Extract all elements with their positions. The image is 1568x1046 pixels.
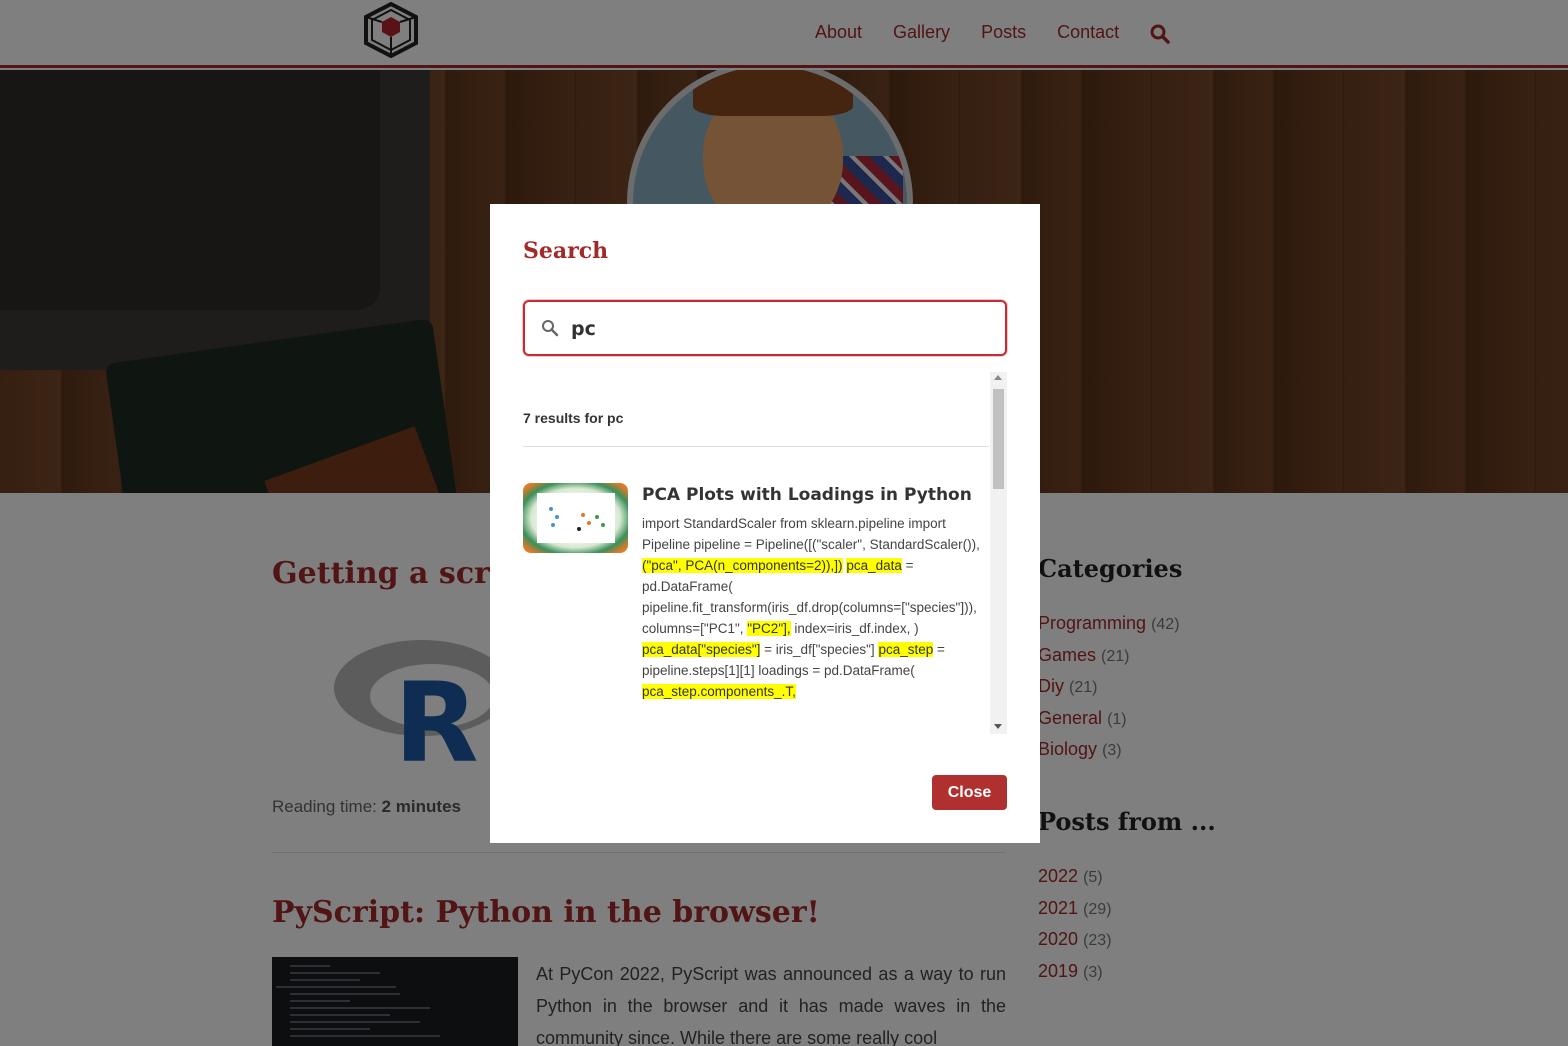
- search-modal: Search 7 results for pc: [490, 204, 1040, 843]
- search-input[interactable]: [571, 314, 991, 344]
- highlighted-match: pca_data: [846, 558, 902, 573]
- search-results-panel[interactable]: 7 results for pc PCA Plots with Loadings…: [523, 372, 1007, 734]
- scroll-thumb[interactable]: [993, 389, 1004, 489]
- results-count: 7 results for pc: [523, 410, 624, 426]
- result-excerpt: import StandardScaler from sklearn.pipel…: [642, 513, 992, 702]
- excerpt-text: import StandardScaler from sklearn.pipel…: [642, 516, 980, 552]
- highlighted-match: ("pca", PCA(n_components=2)),]): [642, 558, 843, 573]
- excerpt-text: = iris_df["species"]: [760, 642, 879, 657]
- thumbnail-plot: [537, 493, 615, 543]
- result-title[interactable]: PCA Plots with Loadings in Python: [642, 485, 972, 505]
- results-scrollbar[interactable]: [990, 372, 1007, 734]
- result-thumbnail[interactable]: [523, 483, 628, 553]
- scroll-down-arrow-icon[interactable]: [994, 724, 1002, 729]
- scroll-up-arrow-icon[interactable]: [994, 375, 1002, 380]
- excerpt-text: index=iris_df.index, ): [790, 621, 919, 636]
- modal-title: Search: [523, 238, 609, 264]
- search-icon: [542, 320, 559, 337]
- highlighted-match: pca_data["species"]: [642, 642, 761, 657]
- search-box[interactable]: [523, 300, 1007, 356]
- close-button[interactable]: Close: [932, 775, 1007, 810]
- results-divider: [523, 446, 989, 447]
- highlighted-match: pca_step.components_.T,: [642, 684, 796, 699]
- highlighted-match: pca_step: [878, 642, 934, 657]
- highlighted-match: "PC2"],: [747, 621, 791, 636]
